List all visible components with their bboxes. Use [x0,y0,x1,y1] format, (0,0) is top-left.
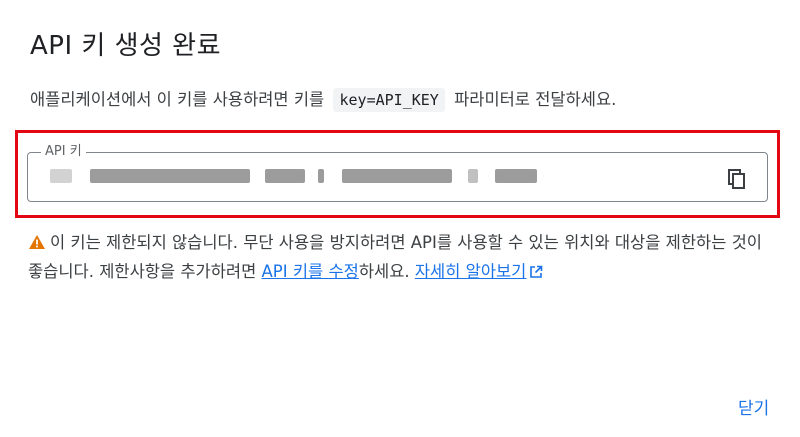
api-key-value-masked[interactable] [50,169,537,185]
api-key-created-dialog: API 키 생성 완료 애플리케이션에서 이 키를 사용하려면 키를 key=A… [0,0,800,437]
description-text-after: 파라미터로 전달하세요. [454,90,617,109]
close-button[interactable]: 닫기 [738,394,769,419]
dialog-title: API 키 생성 완료 [30,31,222,61]
warning-text-2: 하세요. [358,262,415,281]
external-link-icon [530,265,543,278]
copy-icon [728,169,745,189]
warning-icon [29,235,45,249]
learn-more-link[interactable]: 자세히 알아보기 [415,262,527,281]
dialog-description: 애플리케이션에서 이 키를 사용하려면 키를 key=API_KEY 파라미터로… [30,86,616,114]
warning-message: 이 키는 제한되지 않습니다. 무단 사용을 방지하려면 API를 사용할 수 … [28,228,773,286]
copy-button[interactable] [722,164,752,194]
description-text-before: 애플리케이션에서 이 키를 사용하려면 키를 [30,90,325,109]
edit-api-key-link[interactable]: API 키를 수정 [262,262,359,281]
code-snippet: key=API_KEY [333,88,445,112]
api-key-field-label: API 키 [41,143,86,161]
